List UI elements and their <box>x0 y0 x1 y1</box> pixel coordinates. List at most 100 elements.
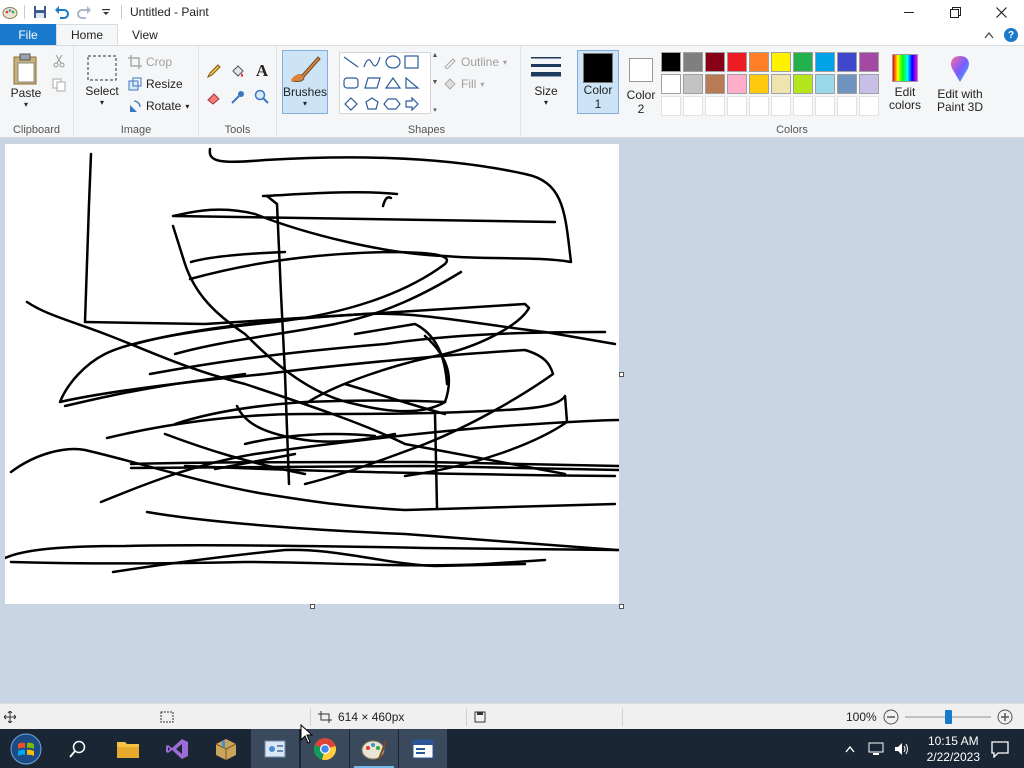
taskbar-control-panel[interactable] <box>251 729 299 768</box>
collapse-ribbon-icon[interactable] <box>984 31 994 39</box>
taskbar-clock[interactable]: 10:15 AM 2/22/2023 <box>927 733 980 765</box>
custom-color-slot[interactable] <box>859 96 879 116</box>
custom-color-slot[interactable] <box>771 96 791 116</box>
shapes-gallery[interactable] <box>339 52 431 114</box>
color-swatch[interactable] <box>705 74 725 94</box>
paint3d-label-2: Paint 3D <box>936 100 984 114</box>
package-icon <box>215 738 237 760</box>
pencil-icon[interactable] <box>203 60 225 82</box>
fill-bucket-icon[interactable] <box>227 60 249 82</box>
color-swatch[interactable] <box>727 74 747 94</box>
select-button[interactable]: Select ▾ <box>80 54 124 107</box>
zoom-out-icon[interactable] <box>883 709 899 725</box>
select-label: Select <box>85 84 119 98</box>
color-swatch[interactable] <box>771 52 791 72</box>
custom-color-slot[interactable] <box>727 96 747 116</box>
resize-handle-right[interactable] <box>619 372 624 377</box>
color-swatch[interactable] <box>683 52 703 72</box>
brushes-button[interactable]: Brushes ▾ <box>282 50 328 114</box>
color-swatch[interactable] <box>793 52 813 72</box>
color-1-label: Color <box>583 83 613 97</box>
tab-home[interactable]: Home <box>56 24 119 45</box>
zoom-slider-thumb[interactable] <box>944 710 952 724</box>
cut-icon[interactable] <box>48 50 70 72</box>
help-icon[interactable]: ? <box>1004 28 1018 42</box>
close-button[interactable] <box>978 0 1024 24</box>
fill-button[interactable]: Fill ▾ <box>443 74 484 94</box>
paste-button[interactable]: Paste ▾ <box>6 52 46 109</box>
minimize-button[interactable] <box>886 0 932 24</box>
drawing-canvas[interactable] <box>3 144 621 604</box>
start-button[interactable] <box>0 729 52 768</box>
taskbar-file-explorer[interactable] <box>104 729 152 768</box>
cursor-position <box>4 704 16 730</box>
color-swatch[interactable] <box>705 52 725 72</box>
scribble-drawing <box>3 147 621 574</box>
custom-color-slot[interactable] <box>705 96 725 116</box>
volume-icon[interactable] <box>893 741 911 757</box>
shapes-scrollbar[interactable]: ▲ ▼ ▾ <box>431 52 439 114</box>
resize-handle-bottom[interactable] <box>310 604 315 609</box>
image-group: Select ▾ Crop Resize Rotate ▾ Image <box>74 46 199 138</box>
restore-button[interactable] <box>932 0 978 24</box>
copy-icon[interactable] <box>48 74 70 96</box>
color-swatch[interactable] <box>859 52 879 72</box>
color-swatch[interactable] <box>771 74 791 94</box>
zoom-in-icon[interactable] <box>997 709 1013 725</box>
redo-icon[interactable] <box>73 1 95 23</box>
crop-button[interactable]: Crop <box>128 52 172 72</box>
custom-color-slot[interactable] <box>837 96 857 116</box>
edit-with-paint3d-button[interactable]: Edit with Paint 3D <box>931 54 989 114</box>
color-swatch[interactable] <box>661 52 681 72</box>
color-swatch[interactable] <box>749 74 769 94</box>
clock-time: 10:15 AM <box>927 733 979 748</box>
color-swatch[interactable] <box>815 74 835 94</box>
window-title: Untitled - Paint <box>130 5 209 19</box>
color-swatch[interactable] <box>727 52 747 72</box>
customize-quick-access-icon[interactable] <box>95 1 117 23</box>
color-swatch[interactable] <box>837 74 857 94</box>
save-icon[interactable] <box>29 1 51 23</box>
outline-icon <box>444 58 456 69</box>
color-picker-icon[interactable] <box>227 86 249 108</box>
color-swatch[interactable] <box>815 52 835 72</box>
notifications-icon[interactable] <box>990 740 1010 758</box>
outline-button[interactable]: Outline ▾ <box>443 52 507 72</box>
zoom-slider[interactable] <box>904 709 991 725</box>
color-swatch[interactable] <box>859 74 879 94</box>
undo-icon[interactable] <box>51 1 73 23</box>
custom-color-slot[interactable] <box>793 96 813 116</box>
custom-color-slot[interactable] <box>815 96 835 116</box>
custom-color-slot[interactable] <box>683 96 703 116</box>
custom-color-slot[interactable] <box>749 96 769 116</box>
size-button[interactable]: Size ▾ <box>525 54 567 107</box>
custom-color-slot[interactable] <box>661 96 681 116</box>
eraser-icon[interactable] <box>203 86 225 108</box>
color-palette <box>661 52 885 118</box>
rotate-button[interactable]: Rotate ▾ <box>128 96 189 116</box>
resize-button[interactable]: Resize <box>128 74 183 94</box>
paint-app-icon[interactable] <box>0 0 20 24</box>
tools-group-label: Tools <box>224 124 251 136</box>
text-tool-icon[interactable]: A <box>251 60 273 82</box>
magnifier-icon[interactable] <box>251 86 273 108</box>
network-icon[interactable] <box>867 741 885 757</box>
color-1-button[interactable]: Color 1 <box>577 50 619 114</box>
color-swatch[interactable] <box>683 74 703 94</box>
tab-file[interactable]: File <box>0 24 56 45</box>
taskbar-visual-studio[interactable] <box>153 729 201 768</box>
color-2-button[interactable]: Color 2 <box>621 54 661 116</box>
color-swatch[interactable] <box>793 74 813 94</box>
taskbar-package-app[interactable] <box>202 729 250 768</box>
tab-view[interactable]: View <box>118 24 172 45</box>
color-swatch[interactable] <box>661 74 681 94</box>
edit-colors-button[interactable]: Edit colors <box>885 54 925 112</box>
taskbar-word-app[interactable] <box>399 729 447 768</box>
taskbar-paint[interactable] <box>350 729 398 768</box>
color-1-swatch <box>583 53 613 83</box>
color-swatch[interactable] <box>749 52 769 72</box>
search-button[interactable] <box>54 729 102 768</box>
color-swatch[interactable] <box>837 52 857 72</box>
resize-handle-corner[interactable] <box>619 604 624 609</box>
show-hidden-icons-icon[interactable] <box>845 745 855 753</box>
